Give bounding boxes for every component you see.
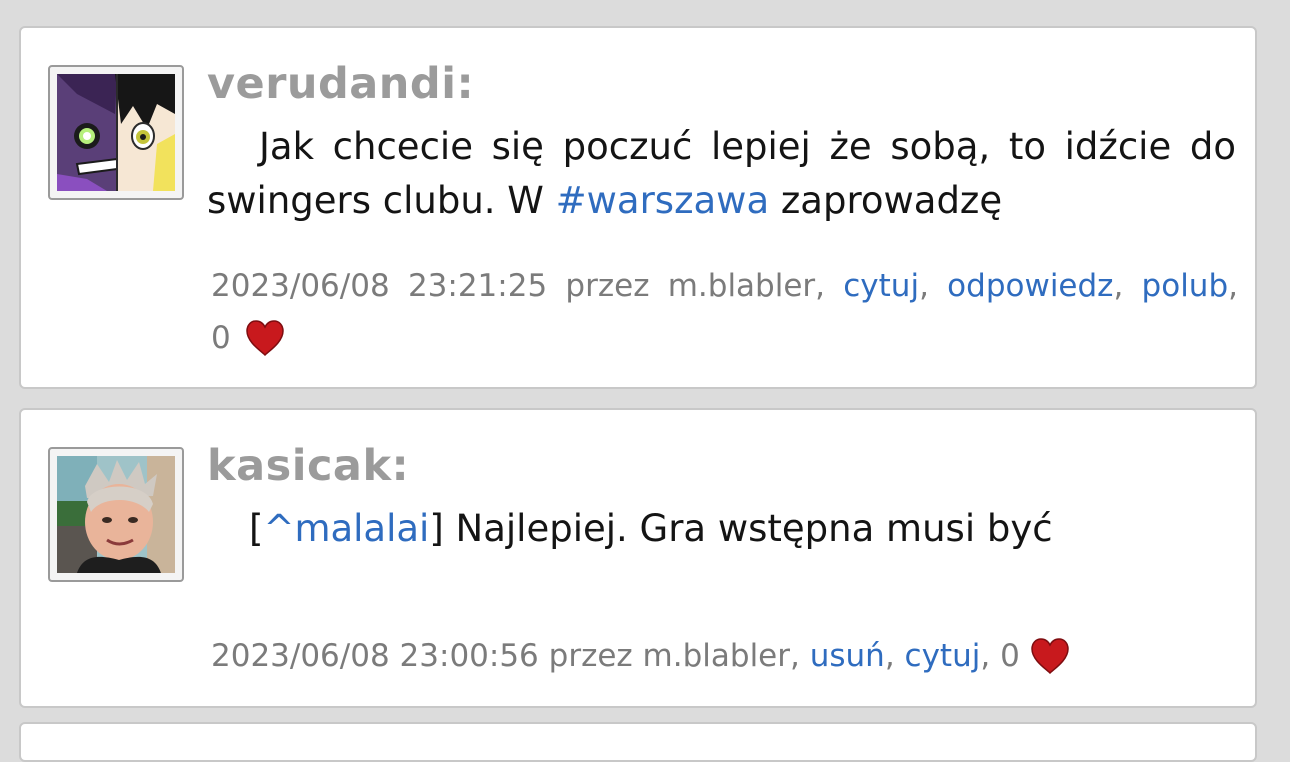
username[interactable]: kasicak: [207, 440, 409, 492]
post-meta: 2023/06/08 23:21:25 przez m.blabler, cyt… [211, 268, 1238, 356]
post-date: 2023/06/08 [211, 638, 390, 674]
author-prefix: przez [565, 268, 650, 304]
like-count: 0 [211, 320, 231, 356]
delete-link[interactable]: usuń [810, 638, 885, 674]
post-meta: 2023/06/08 23:00:56 przez m.blabler, usu… [211, 630, 1238, 682]
author-name: m.blabler [642, 638, 790, 674]
username[interactable]: verudandi: [207, 58, 474, 110]
post-time: 23:21:25 [407, 268, 548, 304]
reply-bracket-open: [ [249, 507, 264, 550]
post-text-after: zaprowadzę [769, 179, 1003, 222]
reply-link[interactable]: odpowiedz [947, 268, 1113, 304]
avatar-image [57, 456, 175, 573]
hashtag-link[interactable]: #warszawa [556, 179, 769, 222]
like-count: 0 [1000, 638, 1020, 674]
post-text-body: Najlepiej. Gra wstępna musi być [443, 507, 1053, 550]
like-link[interactable]: polub [1142, 268, 1229, 304]
quote-link[interactable]: cytuj [905, 638, 981, 674]
quote-link[interactable]: cytuj [843, 268, 919, 304]
author-name: m.blabler [667, 268, 816, 304]
post-card: verudandi: Jak chcecie się poczuć lepiej… [19, 26, 1257, 389]
post-text: Jak chcecie się poczuć lepiej że sobą, t… [207, 120, 1236, 228]
post-card: kasicak: [^malalai] Najlepiej. Gra wstęp… [19, 408, 1257, 708]
avatar[interactable] [48, 447, 184, 582]
post-time: 23:00:56 [399, 638, 539, 674]
heart-icon [1030, 638, 1070, 674]
reply-bracket-close: ] [429, 507, 444, 550]
heart-icon [245, 320, 285, 356]
avatar-image [57, 74, 175, 191]
post-text: [^malalai] Najlepiej. Gra wstępna musi b… [207, 502, 1236, 556]
avatar[interactable] [48, 65, 184, 200]
post-date: 2023/06/08 [211, 268, 390, 304]
post-card-partial [19, 722, 1257, 762]
author-prefix: przez [548, 638, 633, 674]
reply-user-link[interactable]: ^malalai [263, 507, 429, 550]
